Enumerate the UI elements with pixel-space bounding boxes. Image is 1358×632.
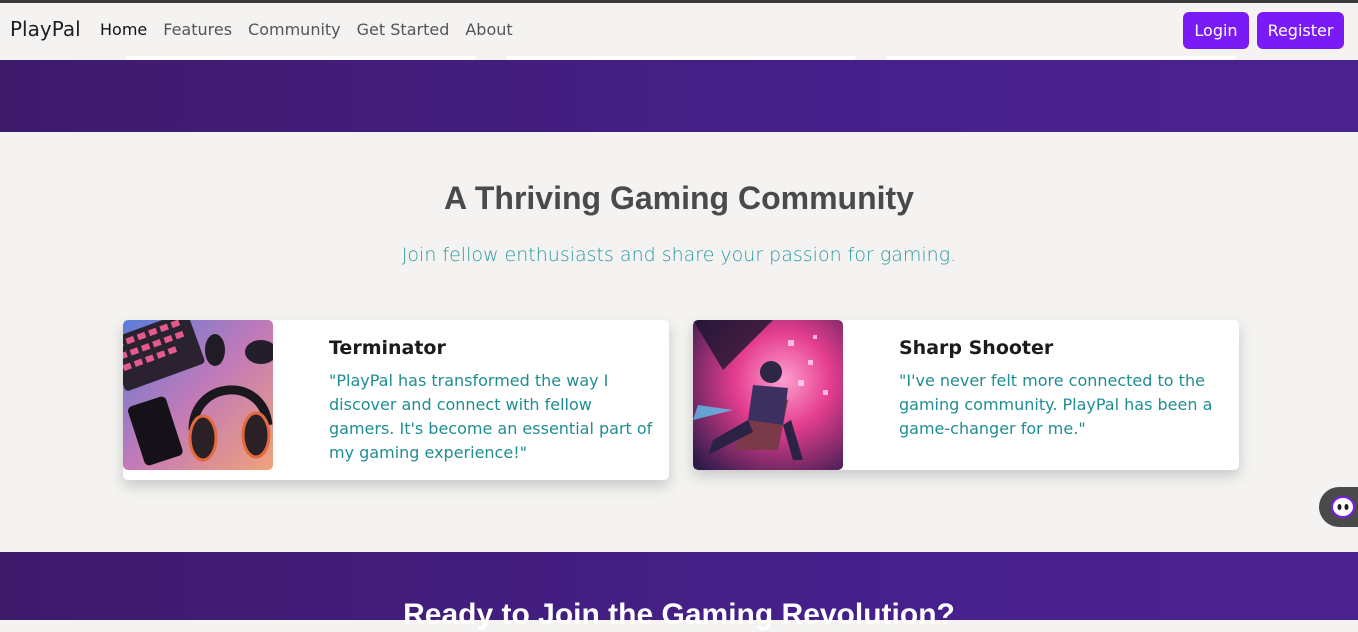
testimonial-name: Sharp Shooter: [899, 337, 1054, 359]
testimonial-name: Terminator: [329, 337, 446, 359]
nav-link-about[interactable]: About: [465, 20, 512, 39]
feature-card-edge: [126, 56, 476, 60]
testimonial-quote: "I've never felt more connected to the g…: [899, 371, 1213, 438]
feature-card-edge: [886, 56, 1236, 60]
login-button[interactable]: Login: [1183, 12, 1249, 49]
community-title: A Thriving Gaming Community: [444, 180, 914, 216]
testimonial-image: [123, 320, 273, 470]
testimonial-card: Terminator "PlayPal has transformed the …: [123, 320, 669, 480]
brand-logo[interactable]: PlayPal: [10, 17, 81, 41]
features-section-bottom: [0, 60, 1358, 132]
cta-title: Ready to Join the Gaming Revolution?: [403, 598, 955, 631]
nav-link-get-started[interactable]: Get Started: [357, 20, 450, 39]
chatbot-icon: [1331, 496, 1355, 518]
nav-link-community[interactable]: Community: [248, 20, 341, 39]
testimonial-card: Sharp Shooter "I've never felt more conn…: [693, 320, 1239, 470]
testimonial-quote: "PlayPal has transformed the way I disco…: [329, 371, 653, 462]
community-subtitle: Join fellow enthusiasts and share your p…: [401, 244, 957, 266]
navbar: PlayPal Home Features Community Get Star…: [0, 3, 1358, 60]
nav-links: Home Features Community Get Started Abou…: [100, 20, 513, 39]
nav-link-features[interactable]: Features: [163, 20, 232, 39]
chat-widget-button[interactable]: [1319, 487, 1358, 527]
feature-card-edge: [506, 56, 856, 60]
testimonial-image: [693, 320, 843, 470]
register-button[interactable]: Register: [1257, 12, 1344, 49]
nav-link-home[interactable]: Home: [100, 20, 147, 39]
